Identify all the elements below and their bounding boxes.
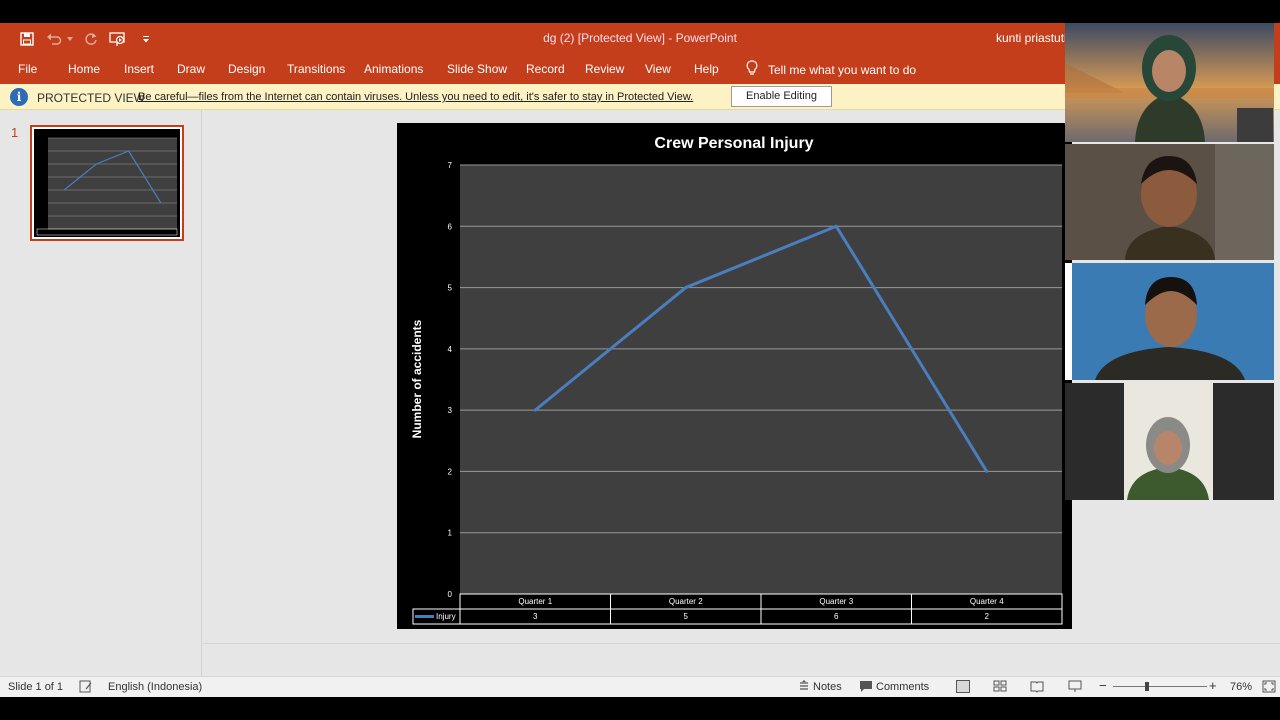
y-axis-label: Number of accidents — [410, 319, 424, 438]
user-name[interactable]: kunti priastuti — [996, 31, 1067, 45]
video-tile-participant-2[interactable] — [1065, 144, 1274, 260]
y-tick-label: 5 — [448, 284, 453, 293]
zoom-slider-thumb[interactable] — [1145, 682, 1149, 691]
data-point — [834, 224, 838, 228]
notes-button[interactable]: Notes — [813, 681, 842, 693]
tab-review[interactable]: Review — [585, 62, 624, 76]
tab-insert[interactable]: Insert — [124, 62, 154, 76]
slide-canvas[interactable]: Crew Personal Injury Number of accidents… — [397, 123, 1072, 629]
y-tick-label: 6 — [448, 222, 453, 231]
y-tick-label: 3 — [448, 406, 453, 415]
tab-file[interactable]: File — [18, 62, 37, 76]
data-point — [684, 286, 688, 290]
data-table-value: 6 — [834, 612, 839, 621]
plot-area — [460, 165, 1062, 594]
participant-video-3 — [1065, 263, 1274, 380]
video-tile-kunti-priastuti[interactable] — [1065, 23, 1274, 142]
tell-me-search[interactable]: Tell me what you want to do — [746, 60, 916, 79]
slide-show-icon[interactable] — [1068, 680, 1082, 693]
reading-view-icon[interactable] — [1030, 680, 1044, 693]
thumbnail-chart — [36, 137, 178, 236]
video-tile-participant-3[interactable] — [1065, 263, 1274, 380]
y-tick-label: 2 — [448, 467, 453, 476]
video-tile-participant-4[interactable] — [1065, 383, 1274, 500]
data-table-values-row — [412, 608, 1063, 625]
tab-slide-show[interactable]: Slide Show — [447, 62, 507, 76]
participant-video-1 — [1065, 23, 1274, 142]
slide-sorter-icon[interactable] — [993, 680, 1007, 693]
tab-transitions[interactable]: Transitions — [287, 62, 345, 76]
y-tick-label: 0 — [448, 590, 453, 599]
tell-me-label: Tell me what you want to do — [768, 62, 917, 77]
protected-view-label: PROTECTED VIEW — [37, 91, 146, 105]
data-table-value: 5 — [684, 612, 689, 621]
app-window: dg (2) [Protected View] - PowerPoint kun… — [0, 0, 1280, 720]
comments-button[interactable]: Comments — [876, 681, 929, 693]
zoom-level[interactable]: 76% — [1230, 681, 1252, 693]
tab-view[interactable]: View — [645, 62, 671, 76]
data-table-value: 3 — [533, 612, 538, 621]
fit-slide-icon[interactable] — [1262, 680, 1276, 693]
x-category-label: Quarter 3 — [819, 597, 853, 606]
normal-view-icon[interactable] — [956, 680, 970, 693]
line-chart: Crew Personal Injury Number of accidents… — [410, 135, 1063, 625]
slide-counter: Slide 1 of 1 — [8, 681, 64, 693]
info-icon: i — [10, 88, 28, 106]
participant-video-4 — [1065, 383, 1274, 500]
zoom-slider[interactable] — [1113, 686, 1207, 687]
status-bar: Slide 1 of 1 English (Indonesia) Notes C… — [0, 676, 1280, 697]
data-point — [985, 469, 989, 473]
enable-editing-button[interactable]: Enable Editing — [731, 86, 832, 107]
slide-thumbnail[interactable] — [30, 125, 184, 241]
lightbulb-icon — [746, 60, 758, 79]
notes-area[interactable] — [203, 643, 1280, 676]
tab-animations[interactable]: Animations — [364, 62, 423, 76]
tab-design[interactable]: Design — [228, 62, 265, 76]
participant-video-2 — [1065, 144, 1274, 260]
slide-thumbnail-preview — [34, 129, 180, 237]
protected-view-message[interactable]: Be careful—files from the Internet can c… — [138, 91, 693, 103]
tab-draw[interactable]: Draw — [177, 62, 205, 76]
tab-help[interactable]: Help — [694, 62, 719, 76]
comments-icon[interactable] — [859, 680, 873, 693]
thumbnail-number: 1 — [11, 125, 19, 140]
y-tick-label: 4 — [448, 345, 453, 354]
data-table-value: 2 — [985, 612, 990, 621]
legend-label-injury: Injury — [436, 612, 456, 621]
y-tick-label: 7 — [448, 161, 453, 170]
slide-thumbnail-pane: 1 — [0, 110, 202, 676]
language-indicator[interactable]: English (Indonesia) — [108, 681, 202, 693]
tab-record[interactable]: Record — [526, 62, 565, 76]
x-category-label: Quarter 1 — [518, 597, 552, 606]
thumb-data-table — [36, 228, 178, 236]
x-category-label: Quarter 4 — [970, 597, 1004, 606]
y-tick-label: 1 — [448, 529, 453, 538]
zoom-in-icon[interactable]: + — [1209, 678, 1217, 693]
accessibility-icon[interactable] — [79, 680, 93, 693]
zoom-out-icon[interactable]: − — [1099, 678, 1107, 693]
notes-icon[interactable] — [798, 680, 812, 693]
thumb-plot-area — [48, 138, 177, 229]
data-point — [533, 408, 537, 412]
x-category-label: Quarter 2 — [669, 597, 703, 606]
chart-title: Crew Personal Injury — [654, 135, 813, 152]
tab-home[interactable]: Home — [68, 62, 100, 76]
